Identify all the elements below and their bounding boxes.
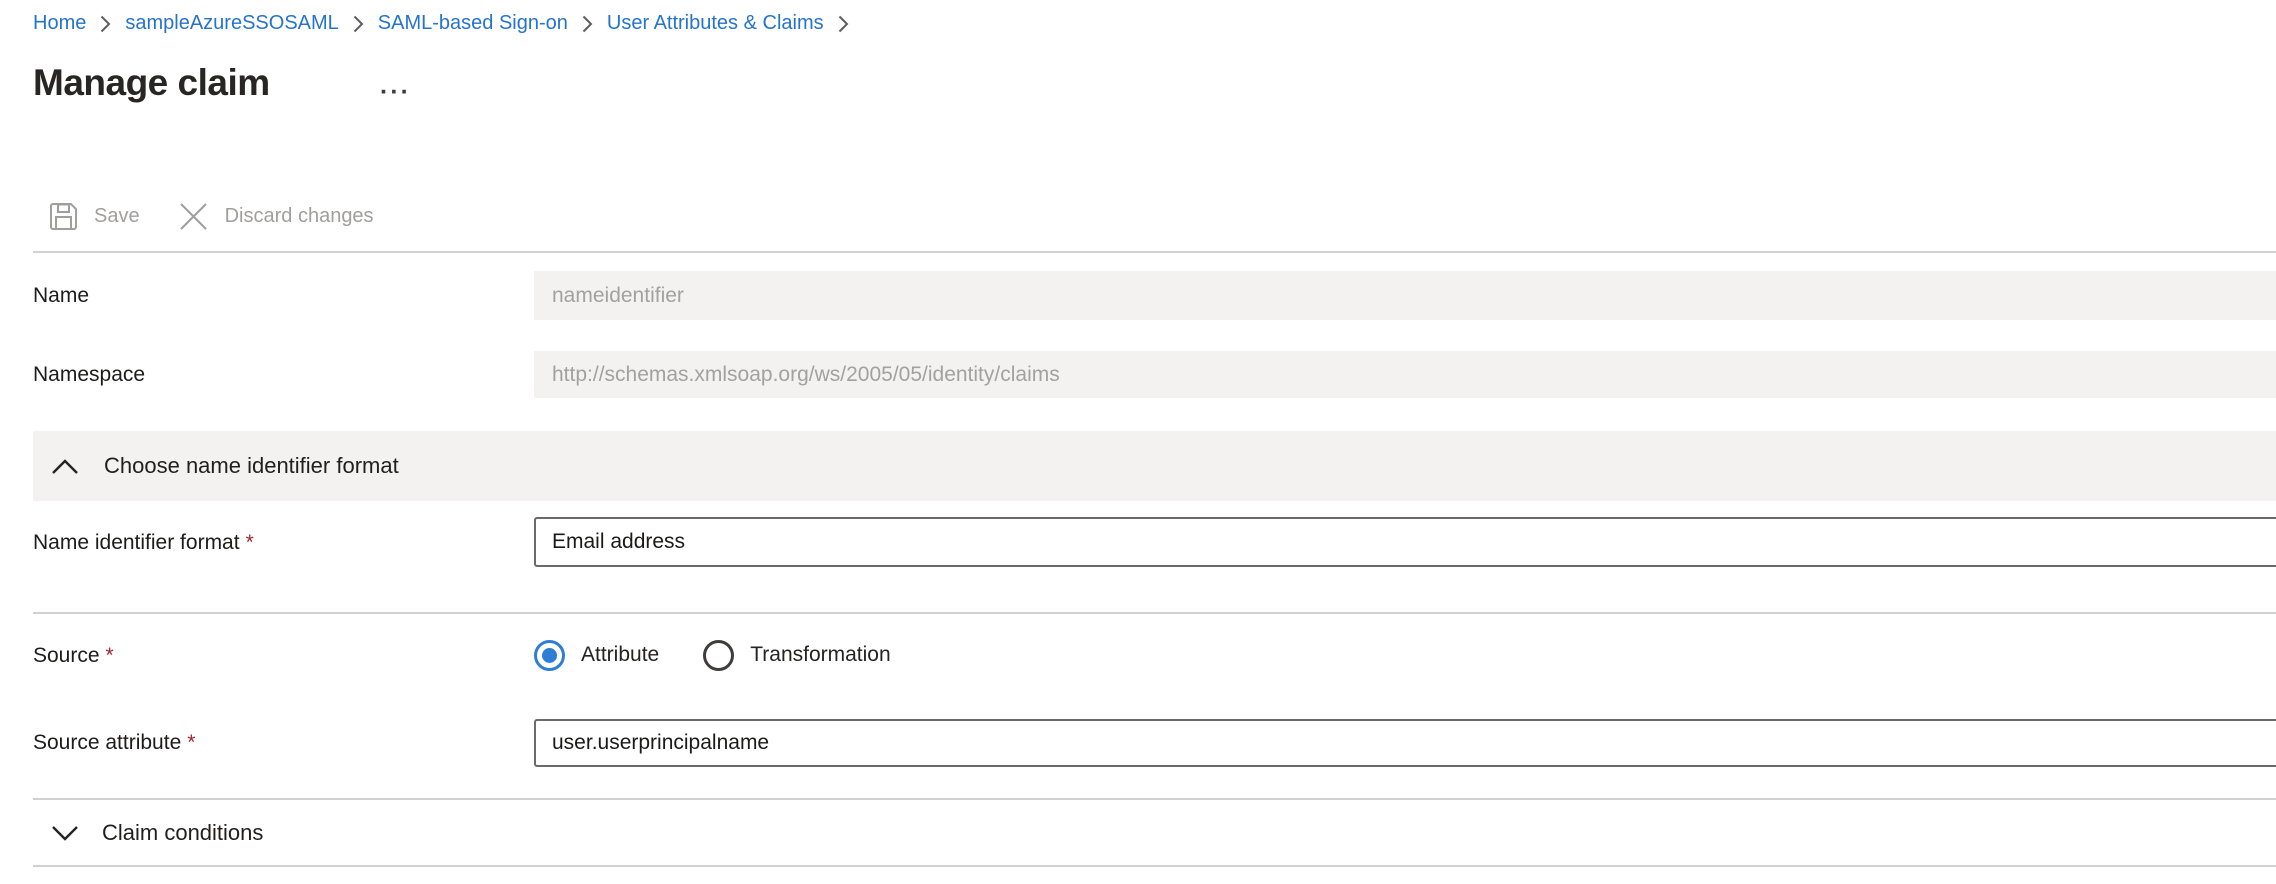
breadcrumb-saml-signon[interactable]: SAML-based Sign-on xyxy=(378,12,568,35)
save-button[interactable]: Save xyxy=(49,202,140,231)
radio-attribute-label[interactable]: Attribute xyxy=(581,643,659,667)
discard-changes-label: Discard changes xyxy=(225,205,374,228)
chevron-down-icon xyxy=(51,825,79,842)
breadcrumb-home[interactable]: Home xyxy=(33,12,86,35)
command-bar: Save Discard changes xyxy=(49,196,374,236)
required-asterisk: * xyxy=(246,531,254,554)
name-identifier-format-dropdown[interactable]: Email address xyxy=(534,517,2276,567)
name-field-label: Name xyxy=(33,284,89,308)
manage-claim-page: Home sampleAzureSSOSAML SAML-based Sign-… xyxy=(0,0,2276,884)
radio-transformation[interactable] xyxy=(703,640,734,671)
divider xyxy=(33,612,2276,614)
required-asterisk: * xyxy=(187,731,195,754)
close-icon xyxy=(178,201,209,232)
section-claim-conditions[interactable]: Claim conditions xyxy=(33,801,2276,865)
source-radio-group: Attribute Transformation xyxy=(534,638,891,672)
save-icon xyxy=(49,202,78,231)
discard-changes-button[interactable]: Discard changes xyxy=(178,201,374,232)
breadcrumb-app[interactable]: sampleAzureSSOSAML xyxy=(125,12,338,35)
section-title: Choose name identifier format xyxy=(104,453,399,479)
chevron-up-icon xyxy=(51,458,79,475)
more-commands-button[interactable]: ··· xyxy=(380,80,411,105)
divider xyxy=(33,865,2276,867)
page-title: Manage claim xyxy=(33,62,270,104)
radio-transformation-label[interactable]: Transformation xyxy=(750,643,890,667)
save-button-label: Save xyxy=(94,205,140,228)
section-choose-name-identifier-format[interactable]: Choose name identifier format xyxy=(33,431,2276,501)
chevron-right-icon xyxy=(100,15,111,33)
divider xyxy=(33,798,2276,800)
breadcrumb-user-attributes-claims[interactable]: User Attributes & Claims xyxy=(607,12,824,35)
radio-attribute[interactable] xyxy=(534,640,565,671)
source-attribute-label: Source attribute* xyxy=(33,731,195,755)
name-identifier-format-label: Name identifier format* xyxy=(33,531,254,555)
namespace-field-label: Namespace xyxy=(33,363,145,387)
source-label: Source* xyxy=(33,644,114,668)
section-title: Claim conditions xyxy=(102,820,263,846)
chevron-right-icon xyxy=(582,15,593,33)
required-asterisk: * xyxy=(106,644,114,667)
chevron-right-icon xyxy=(353,15,364,33)
namespace-input xyxy=(534,351,2276,398)
toolbar-divider xyxy=(33,251,2276,253)
radio-dot xyxy=(542,648,557,663)
breadcrumb: Home sampleAzureSSOSAML SAML-based Sign-… xyxy=(33,12,849,35)
name-input xyxy=(534,271,2276,320)
chevron-right-icon xyxy=(838,15,849,33)
source-attribute-input[interactable] xyxy=(534,719,2276,767)
